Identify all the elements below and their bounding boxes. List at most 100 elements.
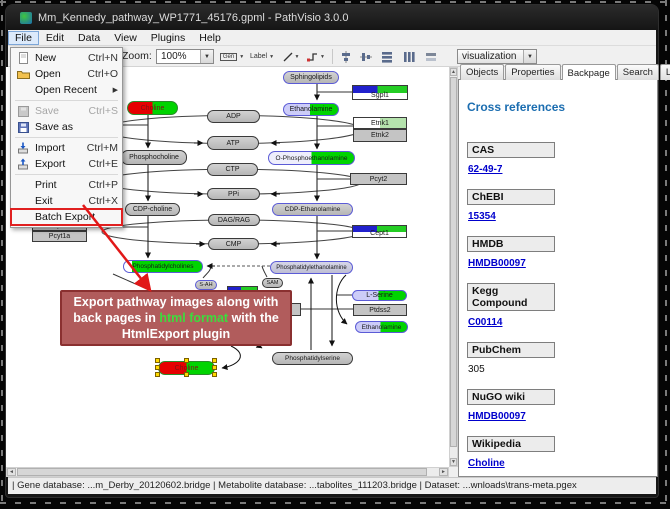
menu-item-open-recent[interactable]: Open Recent ▶: [11, 82, 122, 98]
pathvisio-app-icon: [20, 12, 32, 24]
tab-properties[interactable]: Properties: [505, 64, 560, 80]
gene-sgpl1[interactable]: Sgpl1: [352, 85, 408, 100]
common-width-button[interactable]: [423, 49, 439, 64]
menu-item-save-as[interactable]: Save as: [11, 119, 122, 135]
node-cdp-ethanolamine[interactable]: CDP-Ethanolamine: [272, 203, 353, 216]
gene-cept1[interactable]: Cept1: [352, 225, 407, 238]
node-dag-rag[interactable]: DAG/RAG: [208, 214, 260, 226]
backpage-section-hmdb: HMDB HMDB00097: [467, 236, 649, 271]
menu-item-export[interactable]: Export Ctrl+E: [11, 156, 122, 172]
menu-file[interactable]: File: [8, 31, 39, 45]
chevron-down-icon[interactable]: ▼: [523, 50, 536, 63]
backpage-section-pubchem: PubChem 305: [467, 342, 649, 377]
selection-handle[interactable]: [212, 358, 217, 363]
node-phosphocholine[interactable]: Phosphocholine: [121, 150, 187, 165]
node-phosphatidylcholines[interactable]: Phosphatidylcholines: [123, 260, 203, 273]
selection-handle[interactable]: [184, 358, 189, 363]
node-sphingolipids[interactable]: Sphingolipids: [283, 71, 339, 84]
menu-view[interactable]: View: [107, 31, 144, 45]
selection-handle[interactable]: [212, 372, 217, 377]
scroll-right-icon[interactable]: ►: [439, 468, 448, 476]
menu-help[interactable]: Help: [192, 31, 228, 45]
datanode-tool-button[interactable]: Gen ▼: [220, 49, 244, 64]
node-adp[interactable]: ADP: [207, 110, 260, 123]
line-tool-button[interactable]: ▼: [280, 49, 302, 64]
cross-reference-link[interactable]: HMDB00097: [468, 411, 526, 422]
align-center-button[interactable]: [338, 49, 354, 64]
menu-separator: [15, 137, 118, 138]
visualization-combobox[interactable]: visualization ▼: [457, 49, 537, 64]
canvas-horizontal-scrollbar[interactable]: ◄ ►: [6, 467, 449, 477]
scroll-left-icon[interactable]: ◄: [7, 468, 16, 476]
scroll-up-icon[interactable]: ▲: [450, 68, 457, 76]
menu-item-print[interactable]: Print Ctrl+P: [11, 177, 122, 193]
cross-reference-link[interactable]: 62-49-7: [468, 164, 502, 175]
gene-pcyt2[interactable]: Pcyt2: [350, 173, 407, 185]
menu-item-open[interactable]: Open Ctrl+O: [11, 66, 122, 82]
selection-handle[interactable]: [184, 372, 189, 377]
node-s-ah[interactable]: S-AH: [195, 280, 217, 290]
node-ethanolamine-top[interactable]: Ethanolamine: [283, 103, 339, 116]
node-ethanolamine-bottom[interactable]: Ethanolamine: [355, 321, 408, 333]
menu-item-import[interactable]: Import Ctrl+M: [11, 140, 122, 156]
screenshot-frame: Mm_Kennedy_pathway_WP1771_45176.gpml - P…: [0, 0, 670, 509]
database-name: NuGO wiki: [467, 389, 555, 405]
node-atp[interactable]: ATP: [207, 136, 259, 150]
distribute-horizontal-button[interactable]: [401, 49, 417, 64]
menu-edit[interactable]: Edit: [39, 31, 71, 45]
tab-search[interactable]: Search: [617, 64, 659, 80]
node-sam[interactable]: SAM: [262, 278, 283, 288]
node-cdp-choline[interactable]: CDP-choline: [125, 203, 180, 216]
node-ppi[interactable]: PPi: [207, 188, 260, 200]
cross-reference-link[interactable]: HMDB00097: [468, 258, 526, 269]
tab-legend[interactable]: Legend: [660, 64, 670, 80]
selection-handle[interactable]: [212, 365, 217, 370]
menu-item-exit[interactable]: Exit Ctrl+X: [11, 193, 122, 209]
chevron-down-icon[interactable]: ▼: [200, 50, 213, 63]
elbow-connector-icon: [307, 52, 318, 62]
gene-ptdss2[interactable]: Ptdss2: [353, 304, 407, 316]
database-name: CAS: [467, 142, 555, 158]
tab-backpage[interactable]: Backpage: [562, 64, 616, 80]
node-choline-top[interactable]: Choline: [127, 101, 178, 115]
node-phosphatidylserine[interactable]: Phosphatidylserine: [272, 352, 353, 365]
node-l-serine[interactable]: L-Serine: [352, 290, 407, 301]
gene-etnk1[interactable]: Etnk1: [353, 117, 407, 129]
menu-data[interactable]: Data: [71, 31, 107, 45]
vertical-scroll-thumb[interactable]: [450, 77, 457, 447]
node-ctp[interactable]: CTP: [207, 163, 258, 176]
chevron-down-icon: ▼: [320, 54, 325, 60]
status-text: | Gene database: ...m_Derby_20120602.bri…: [12, 480, 577, 491]
backpage-section-nugo: NuGO wiki HMDB00097: [467, 389, 649, 424]
scroll-down-icon[interactable]: ▼: [450, 458, 457, 466]
menu-plugins[interactable]: Plugins: [144, 31, 192, 45]
selection-handle[interactable]: [155, 358, 160, 363]
cross-reference-value: 305: [468, 364, 485, 375]
canvas-vertical-scrollbar[interactable]: ▲ ▼: [449, 67, 458, 467]
selection-handle[interactable]: [155, 372, 160, 377]
menu-bar: File Edit Data View Plugins Help: [8, 30, 656, 46]
menu-item-save: Save Ctrl+S: [11, 103, 122, 119]
label-tool-button[interactable]: Label ▼: [247, 49, 277, 64]
horizontal-scroll-thumb[interactable]: [17, 468, 427, 476]
zoom-combobox[interactable]: 100% ▼: [156, 49, 214, 64]
gene-etnk2[interactable]: Etnk2: [353, 129, 407, 142]
cross-reference-link[interactable]: C00114: [468, 317, 502, 328]
node-phosphatidylethanolamine[interactable]: Phosphatidylethanolamine: [270, 261, 353, 274]
menu-item-batch-export[interactable]: Batch Export: [11, 209, 122, 225]
node-o-phosphoethanolamine[interactable]: O-Phosphoethanolamine: [268, 151, 355, 165]
distribute-vertical-button[interactable]: [379, 49, 395, 64]
gene-pcyt1a[interactable]: Pcyt1a: [32, 231, 87, 242]
selection-handle[interactable]: [155, 365, 160, 370]
backpage-section-chebi: ChEBI 15354: [467, 189, 649, 224]
toolbar-separator: [332, 49, 333, 64]
node-cmp[interactable]: CMP: [208, 238, 259, 250]
tab-objects[interactable]: Objects: [460, 64, 504, 80]
cross-reference-link[interactable]: Choline: [468, 458, 505, 469]
connector-tool-button[interactable]: ▼: [304, 49, 328, 64]
menu-item-new[interactable]: New Ctrl+N: [11, 50, 122, 66]
cross-reference-link[interactable]: 15354: [468, 211, 496, 222]
align-middle-button[interactable]: [358, 49, 374, 64]
title-bar[interactable]: Mm_Kennedy_pathway_WP1771_45176.gpml - P…: [6, 5, 658, 30]
backpage-section-cas: CAS 62-49-7: [467, 142, 649, 177]
